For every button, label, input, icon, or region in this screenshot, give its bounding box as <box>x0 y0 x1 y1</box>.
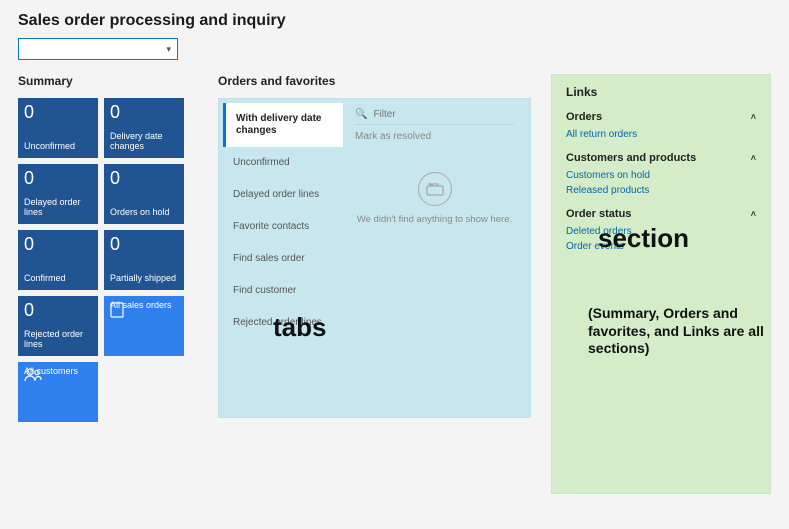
tile-label: Delivery date changes <box>110 132 178 152</box>
tab-with-delivery-date-changes[interactable]: With delivery date changes <box>223 103 343 147</box>
filter-input[interactable] <box>373 109 514 120</box>
mark-as-resolved[interactable]: Mark as resolved <box>355 131 514 142</box>
link-all-return-orders[interactable]: All return orders <box>566 129 756 140</box>
tile-count: 0 <box>110 103 178 121</box>
tile-count: 0 <box>24 301 92 319</box>
link-group-label: Customers and products <box>566 152 696 164</box>
chevron-up-icon: ˄ <box>751 209 756 219</box>
summary-title: Summary <box>18 74 198 88</box>
tab-unconfirmed[interactable]: Unconfirmed <box>223 147 343 179</box>
link-deleted-orders[interactable]: Deleted orders <box>566 226 756 237</box>
link-released-products[interactable]: Released products <box>566 185 756 196</box>
search-icon: 🔍 <box>355 109 367 120</box>
empty-text: We didn't find anything to show here. <box>357 214 512 225</box>
tile-delayed-order-lines[interactable]: 0 Delayed order lines <box>18 164 98 224</box>
link-order-events[interactable]: Order events <box>566 241 756 252</box>
empty-icon <box>418 172 452 206</box>
link-group-customers-products[interactable]: Customers and products ˄ <box>566 152 756 164</box>
tile-count: 0 <box>110 235 178 253</box>
tab-find-sales-order[interactable]: Find sales order <box>223 243 343 275</box>
link-group-order-status[interactable]: Order status ˄ <box>566 208 756 220</box>
tile-all-sales-orders[interactable]: All sales orders <box>104 296 184 356</box>
link-group-label: Orders <box>566 111 602 123</box>
tile-count: 0 <box>24 103 92 121</box>
page-icon <box>110 302 124 321</box>
tile-count: 0 <box>110 169 178 187</box>
tile-all-customers[interactable]: All customers <box>18 362 98 422</box>
orders-title: Orders and favorites <box>218 74 531 88</box>
tab-favorite-contacts[interactable]: Favorite contacts <box>223 211 343 243</box>
links-section: Links Orders ˄ All return orders Custome… <box>551 74 771 494</box>
chevron-up-icon: ˄ <box>751 153 756 163</box>
tile-unconfirmed[interactable]: 0 Unconfirmed <box>18 98 98 158</box>
tile-label: Unconfirmed <box>24 142 92 152</box>
tile-label: Confirmed <box>24 274 92 284</box>
tile-partially-shipped[interactable]: 0 Partially shipped <box>104 230 184 290</box>
tile-orders-on-hold[interactable]: 0 Orders on hold <box>104 164 184 224</box>
tile-rejected-order-lines[interactable]: 0 Rejected order lines <box>18 296 98 356</box>
tile-label: Delayed order lines <box>24 198 92 218</box>
tile-label: Rejected order lines <box>24 330 92 350</box>
link-customers-on-hold[interactable]: Customers on hold <box>566 170 756 181</box>
tile-label: Partially shipped <box>110 274 178 284</box>
tile-label: Orders on hold <box>110 208 178 218</box>
link-group-orders[interactable]: Orders ˄ <box>566 111 756 123</box>
chevron-up-icon: ˄ <box>751 112 756 122</box>
tile-confirmed[interactable]: 0 Confirmed <box>18 230 98 290</box>
tile-count: 0 <box>24 169 92 187</box>
link-group-label: Order status <box>566 208 631 220</box>
workspace-dropdown[interactable]: ▾ <box>18 38 178 60</box>
page-title: Sales order processing and inquiry <box>18 12 771 30</box>
tab-delayed-order-lines[interactable]: Delayed order lines <box>223 179 343 211</box>
orders-favorites-section: Orders and favorites With delivery date … <box>218 74 531 494</box>
tile-count: 0 <box>24 235 92 253</box>
tile-delivery-date-changes[interactable]: 0 Delivery date changes <box>104 98 184 158</box>
tab-content: 🔍 Mark as resolved We didn't find anythi… <box>343 103 526 413</box>
orders-tabs: With delivery date changes Unconfirmed D… <box>223 103 343 413</box>
tab-rejected-order-lines[interactable]: Rejected order lines <box>223 307 343 339</box>
people-icon <box>24 368 42 385</box>
summary-section: Summary 0 Unconfirmed 0 Delivery date ch… <box>18 74 198 494</box>
links-title: Links <box>566 85 756 99</box>
tab-find-customer[interactable]: Find customer <box>223 275 343 307</box>
chevron-down-icon: ▾ <box>166 44 171 55</box>
empty-state: We didn't find anything to show here. <box>355 172 514 225</box>
